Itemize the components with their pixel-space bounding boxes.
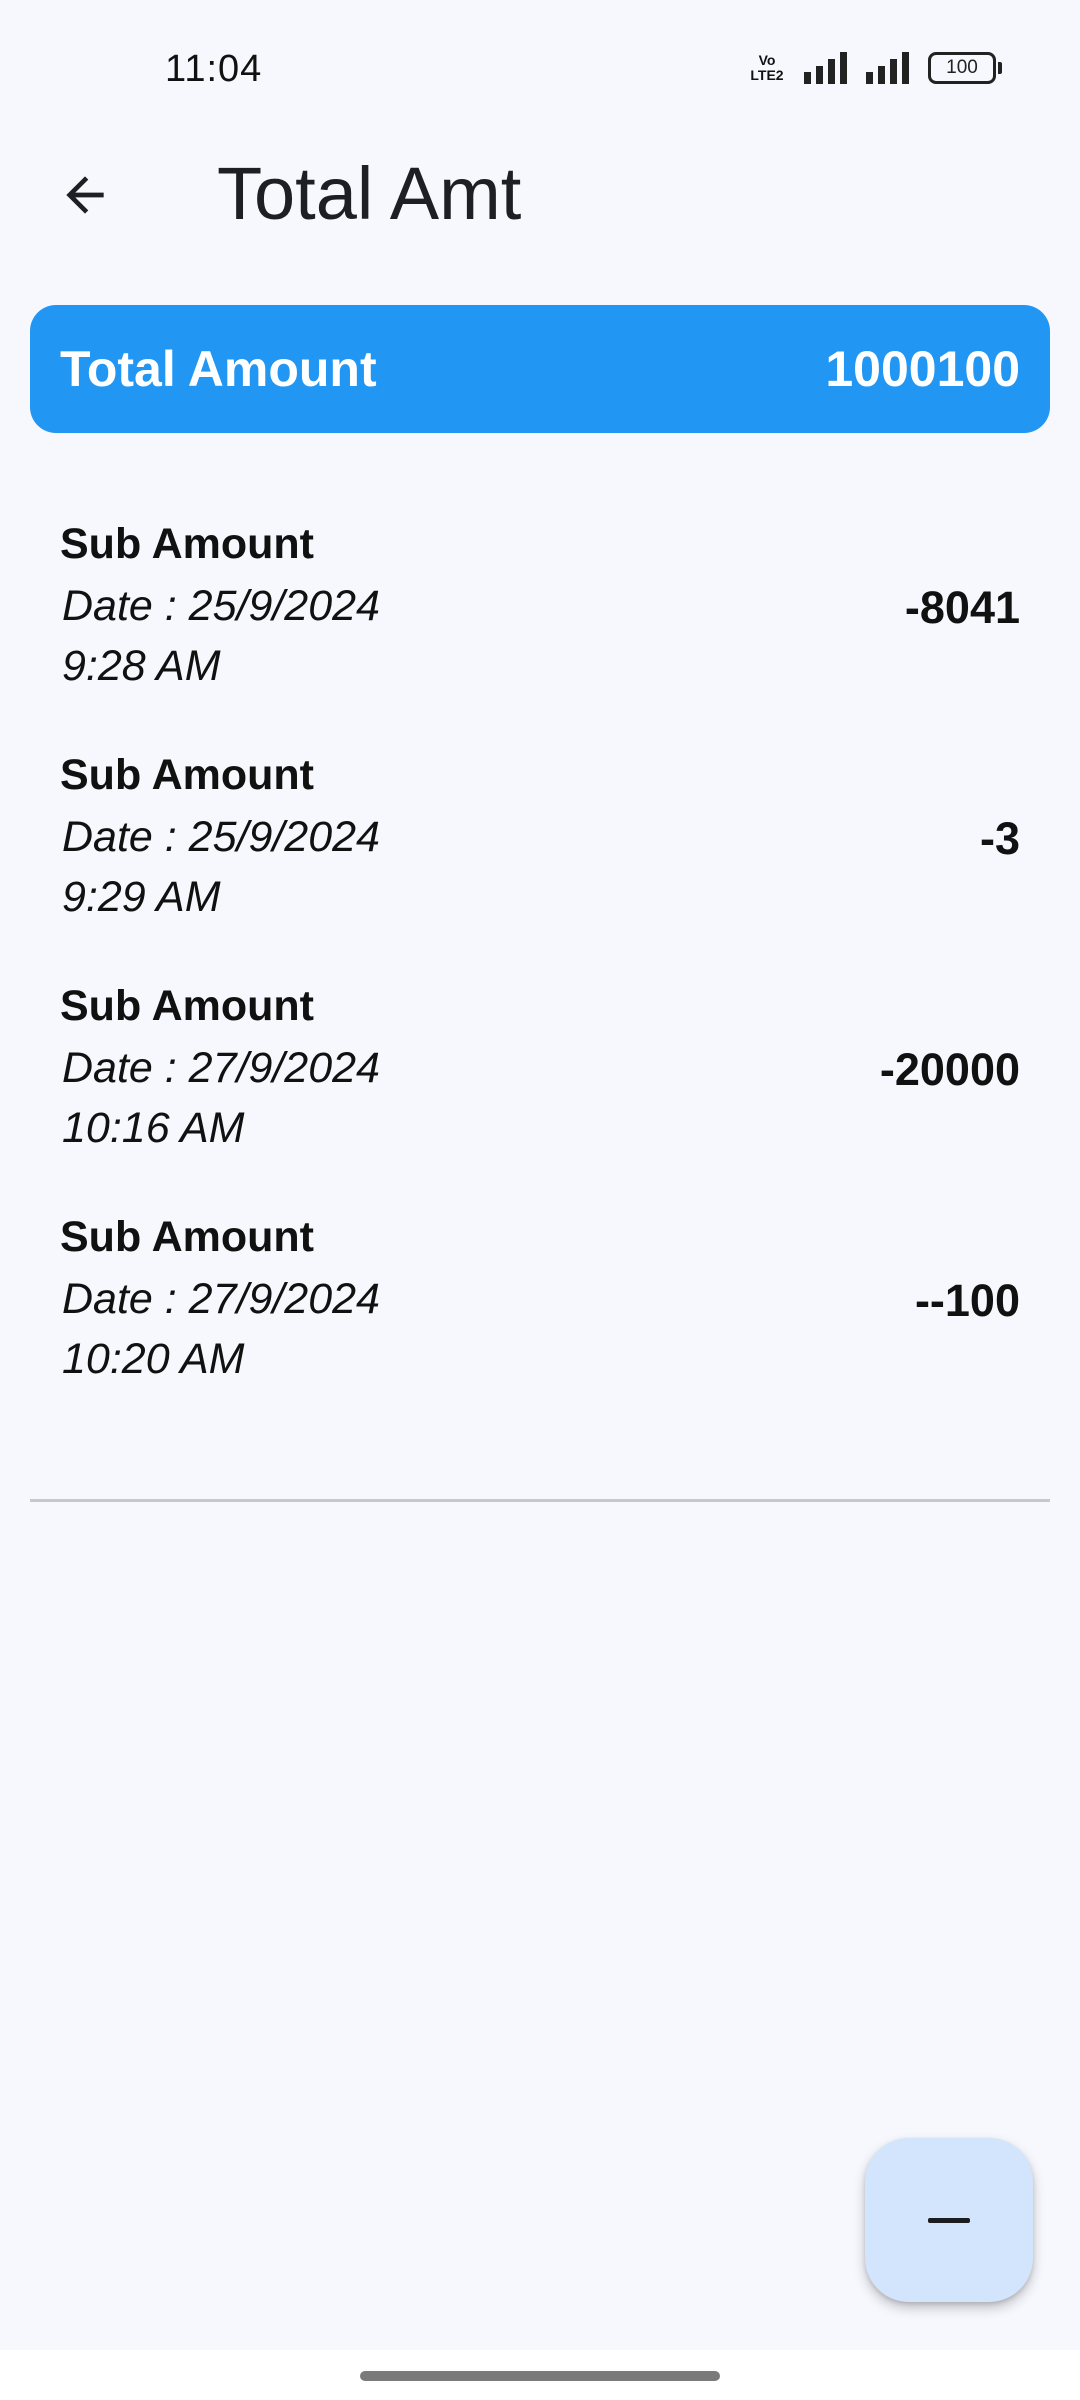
gesture-nav-bar: [0, 2350, 1080, 2400]
entry-title: Sub Amount: [60, 982, 314, 1030]
entry-time: 9:29 AM: [62, 873, 221, 921]
status-bar: 11:04 Vo LTE2 100: [0, 0, 1080, 120]
home-indicator[interactable]: [360, 2371, 720, 2381]
entry-time: 9:28 AM: [62, 642, 221, 690]
entry-title: Sub Amount: [60, 1213, 314, 1261]
app-bar: Total Amt: [0, 120, 1080, 260]
entry-time: 10:16 AM: [62, 1104, 245, 1152]
list-item[interactable]: Sub Amount Date : 25/9/2024 9:28 AM -804…: [0, 510, 1080, 741]
subtract-amount-fab[interactable]: [865, 2138, 1033, 2302]
list-item[interactable]: Sub Amount Date : 27/9/2024 10:16 AM -20…: [0, 972, 1080, 1203]
total-amount-label: Total Amount: [60, 341, 377, 397]
entry-amount: -3: [979, 813, 1020, 864]
entry-date: Date : 27/9/2024: [62, 1275, 380, 1323]
total-amount-value: 1000100: [825, 341, 1020, 397]
entry-title: Sub Amount: [60, 520, 314, 568]
volte-icon: Vo LTE2: [748, 53, 786, 83]
list-divider: [30, 1499, 1050, 1502]
sub-amount-list: Sub Amount Date : 25/9/2024 9:28 AM -804…: [0, 510, 1080, 1434]
arrow-left-icon: [66, 176, 104, 214]
back-button[interactable]: [40, 150, 130, 240]
minus-icon: [928, 2217, 970, 2223]
entry-date: Date : 27/9/2024: [62, 1044, 380, 1092]
status-time: 11:04: [165, 48, 263, 90]
page-title: Total Amt: [217, 152, 522, 235]
list-item[interactable]: Sub Amount Date : 27/9/2024 10:20 AM --1…: [0, 1203, 1080, 1434]
screen: 11:04 Vo LTE2 100 Total Amt Total Amount…: [0, 0, 1080, 2400]
battery-icon: 100: [928, 52, 1002, 84]
entry-amount: -20000: [879, 1044, 1020, 1095]
entry-time: 10:20 AM: [62, 1335, 245, 1383]
volte-label-bottom: LTE2: [750, 67, 784, 83]
battery-level: 100: [928, 52, 996, 84]
status-icons: Vo LTE2 100: [748, 52, 1002, 84]
battery-tip: [998, 62, 1002, 74]
list-item[interactable]: Sub Amount Date : 25/9/2024 9:29 AM -3: [0, 741, 1080, 972]
entry-date: Date : 25/9/2024: [62, 582, 380, 630]
volte-label-top: Vo: [758, 52, 776, 68]
entry-amount: -8041: [904, 582, 1020, 633]
total-amount-card: Total Amount 1000100: [30, 305, 1050, 433]
entry-date: Date : 25/9/2024: [62, 813, 380, 861]
entry-amount: --100: [914, 1275, 1020, 1326]
signal-icon-sim1: [804, 52, 848, 84]
entry-title: Sub Amount: [60, 751, 314, 799]
signal-icon-sim2: [866, 52, 910, 84]
